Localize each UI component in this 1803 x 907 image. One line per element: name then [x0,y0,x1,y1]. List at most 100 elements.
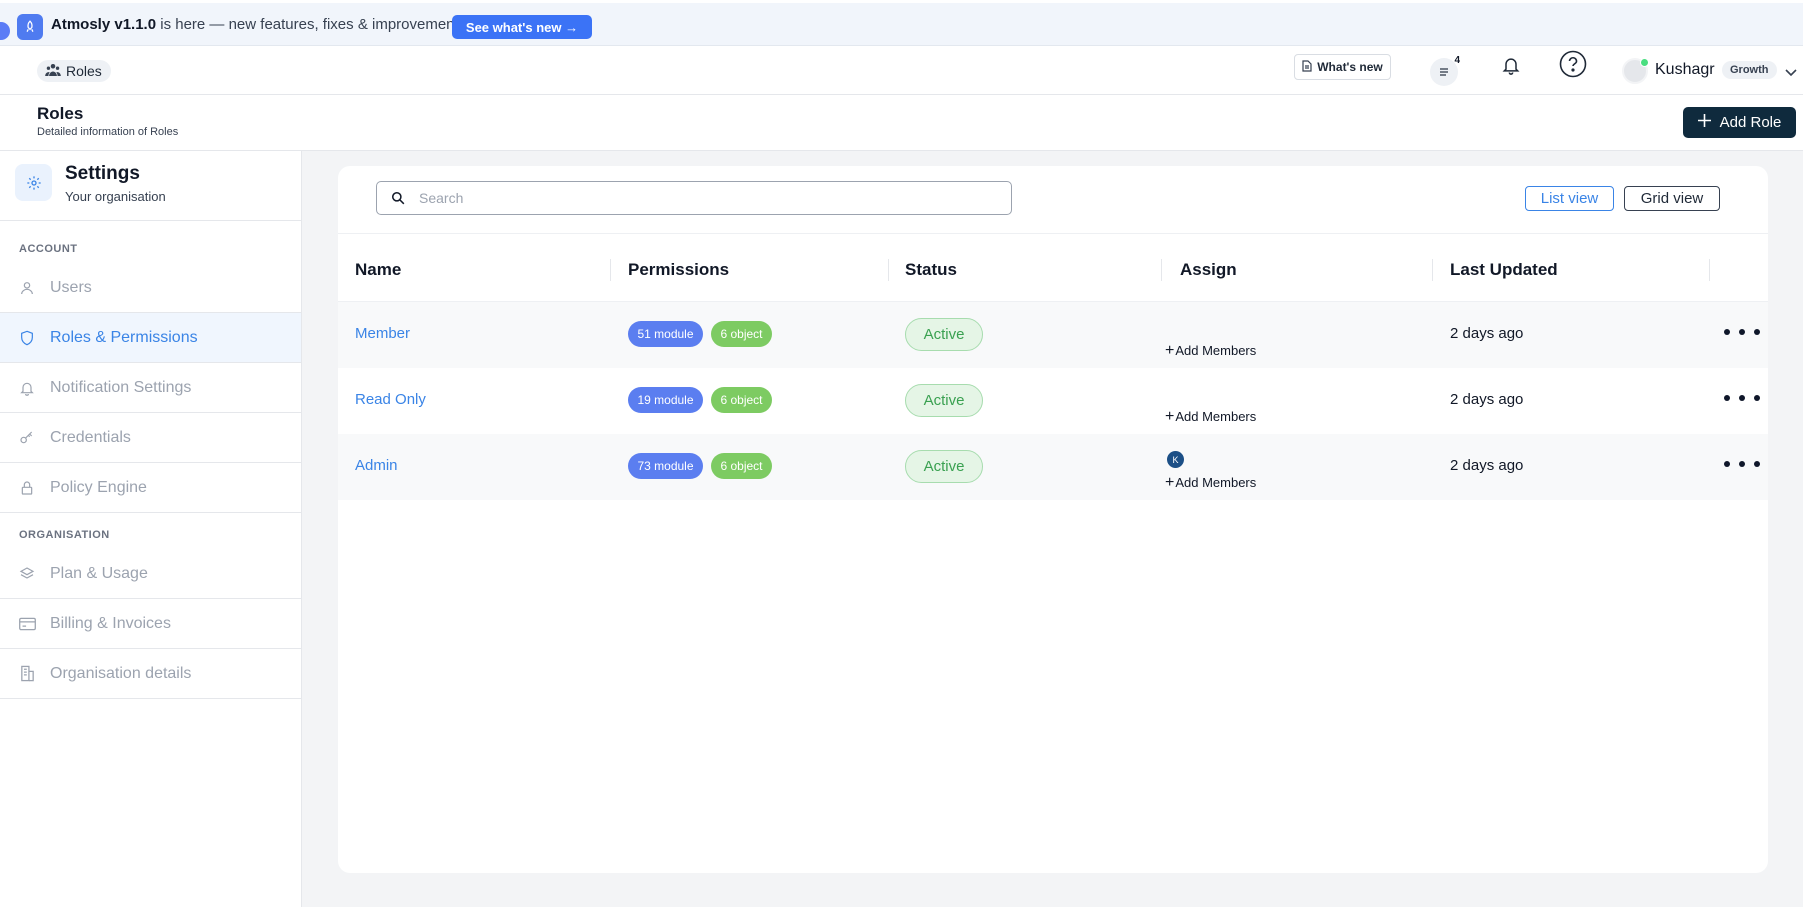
search-box[interactable] [376,181,1012,215]
plus-icon: + [1165,341,1175,359]
help-icon [1559,50,1587,83]
whats-new-button[interactable]: What's new [1294,54,1391,80]
chevron-down-icon[interactable] [1785,64,1797,82]
list-view-button[interactable]: List view [1525,186,1614,211]
roles-card: List view Grid view Name Permissions Sta… [338,166,1768,873]
see-whats-new-button[interactable]: See what's new → [452,15,592,39]
sidebar-item-organisation-details[interactable]: Organisation details [0,649,301,699]
side-handle[interactable] [0,22,10,40]
sidebar-item-roles-permissions[interactable]: Roles & Permissions [0,313,301,363]
column-header-assign: Assign [1180,260,1237,279]
table-row: Read Only 19 module 6 object Active + Add… [338,368,1768,434]
search-icon [391,190,407,206]
document-icon [1302,59,1312,75]
credit-card-icon [17,614,37,634]
object-count-badge[interactable]: 6 object [711,453,772,479]
page-title: Roles [37,104,84,123]
sidebar-item-label: Notification Settings [50,378,192,396]
plus-icon [1697,114,1711,131]
key-icon [17,428,37,448]
role-name-link[interactable]: Member [355,325,410,342]
sidebar-item-label: Policy Engine [50,478,147,496]
add-members-button[interactable]: + Add Members [1165,341,1257,359]
member-avatar[interactable]: K [1167,451,1184,468]
section-organisation: ORGANISATION [19,529,110,541]
sidebar-header: Settings Your organisation [0,151,301,221]
sidebar-item-plan-usage[interactable]: Plan & Usage [0,549,301,599]
last-updated: 2 days ago [1450,391,1524,408]
section-account: ACCOUNT [19,243,78,255]
breadcrumb[interactable]: Roles [37,60,111,82]
table-header: Name Permissions Status Assign Last Upda… [338,233,1768,302]
online-indicator [1640,58,1649,67]
sidebar-item-users[interactable]: Users [0,263,301,313]
sidebar-item-notification-settings[interactable]: Notification Settings [0,363,301,413]
column-header-permissions: Permissions [628,260,730,279]
role-name-link[interactable]: Admin [355,457,398,474]
main-content: List view Grid view Name Permissions Sta… [302,151,1803,907]
add-members-label: Add Members [1175,409,1257,424]
announcement-bar: Atmosly v1.1.0 is here — new features, f… [0,3,1803,46]
column-divider [1161,259,1162,281]
sidebar-item-credentials[interactable]: Credentials [0,413,301,463]
bell-icon [1501,54,1521,81]
sidebar-item-policy-engine[interactable]: Policy Engine [0,463,301,513]
sidebar-title: Settings [65,163,140,184]
search-input[interactable] [417,189,977,207]
table-row: Member 51 module 6 object Active + Add Me… [338,302,1768,368]
task-list-button[interactable]: 4 [1428,55,1460,88]
object-count-badge[interactable]: 6 object [711,387,772,413]
last-updated: 2 days ago [1450,457,1524,474]
module-count-badge[interactable]: 73 module [628,453,703,479]
column-divider [888,259,889,281]
column-header-status: Status [905,260,957,279]
user-avatar[interactable] [1622,58,1649,84]
status-badge: Active [905,450,983,483]
column-header-name: Name [355,260,402,279]
role-name-link[interactable]: Read Only [355,391,426,408]
module-count-badge[interactable]: 19 module [628,387,703,413]
gear-icon [15,164,52,201]
bell-icon [17,378,37,398]
page-subtitle: Detailed information of Roles [37,126,179,138]
more-options-button[interactable] [1724,322,1760,342]
layers-icon [17,564,37,584]
module-count-badge[interactable]: 51 module [628,321,703,347]
breadcrumb-label: Roles [66,63,102,79]
roles-group-icon [45,63,61,79]
sidebar-item-billing-invoices[interactable]: Billing & Invoices [0,599,301,649]
task-list-icon: 4 [1430,55,1460,86]
sidebar-item-label: Billing & Invoices [50,614,171,632]
sidebar-subtitle: Your organisation [65,189,166,204]
add-members-label: Add Members [1175,343,1257,358]
more-options-button[interactable] [1724,454,1760,474]
plus-icon: + [1165,407,1175,425]
lock-icon [17,478,37,498]
building-icon [17,664,37,684]
help-button[interactable] [1557,50,1589,82]
more-options-button[interactable] [1724,388,1760,408]
sidebar-item-label: Plan & Usage [50,564,148,582]
sidebar-item-label: Users [50,278,92,296]
announcement-text: Atmosly v1.1.0 is here — new features, f… [51,16,471,33]
user-name[interactable]: Kushagr [1655,61,1715,79]
plus-icon: + [1165,473,1175,491]
settings-sidebar: Settings Your organisation ACCOUNT Users… [0,151,302,907]
notifications-button[interactable] [1495,51,1527,83]
column-divider [610,259,611,281]
sidebar-item-label: Organisation details [50,664,192,682]
object-count-badge[interactable]: 6 object [711,321,772,347]
top-header: Roles What's new 4 Kushagr Growth [0,46,1803,95]
rocket-icon [17,14,43,40]
last-updated: 2 days ago [1450,325,1524,342]
sidebar-item-label: Credentials [50,428,131,446]
table-row: Admin 73 module 6 object Active K + Add M… [338,434,1768,500]
add-role-button[interactable]: Add Role [1683,107,1796,138]
add-members-button[interactable]: + Add Members [1165,407,1257,425]
add-members-button[interactable]: + Add Members [1165,473,1256,491]
user-icon [17,278,37,298]
notification-count-badge: 4 [1454,55,1460,66]
status-badge: Active [905,318,983,351]
grid-view-button[interactable]: Grid view [1624,186,1720,211]
column-divider [1432,259,1433,281]
